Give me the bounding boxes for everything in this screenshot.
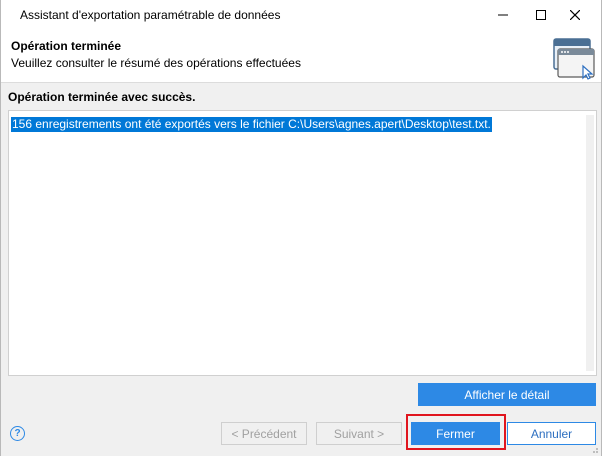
maximize-button[interactable] [523, 0, 559, 30]
page-subtitle: Veuillez consulter le résumé des opérati… [11, 56, 301, 70]
export-wizard-dialog: Assistant d'exportation paramétrable de … [0, 0, 602, 456]
help-icon[interactable]: ? [10, 426, 25, 441]
page-title: Opération terminée [11, 39, 122, 53]
result-line[interactable]: 156 enregistrements ont été exportés ver… [11, 117, 492, 132]
minimize-icon [498, 14, 508, 16]
close-icon [570, 10, 580, 20]
scrollbar-thumb[interactable] [587, 116, 593, 370]
next-button[interactable]: Suivant > [316, 422, 402, 445]
title-bar[interactable]: Assistant d'exportation paramétrable de … [1, 0, 601, 30]
wizard-window-icon [553, 38, 595, 80]
minimize-button[interactable] [485, 0, 521, 30]
summary-text-area[interactable]: 156 enregistrements ont été exportés ver… [8, 110, 597, 376]
maximize-icon [536, 10, 546, 20]
previous-button[interactable]: < Précédent [221, 422, 307, 445]
cancel-button[interactable]: Annuler [507, 422, 596, 445]
show-details-button[interactable]: Afficher le détail [418, 383, 596, 406]
vertical-scrollbar[interactable] [586, 115, 594, 371]
window-title: Assistant d'exportation paramétrable de … [20, 8, 281, 22]
resize-grip-icon[interactable] [589, 444, 599, 454]
highlight-frame [406, 414, 506, 450]
close-window-button[interactable] [557, 0, 593, 30]
status-message: Opération terminée avec succès. [8, 90, 196, 104]
wizard-header: Opération terminée Veuillez consulter le… [1, 30, 601, 83]
